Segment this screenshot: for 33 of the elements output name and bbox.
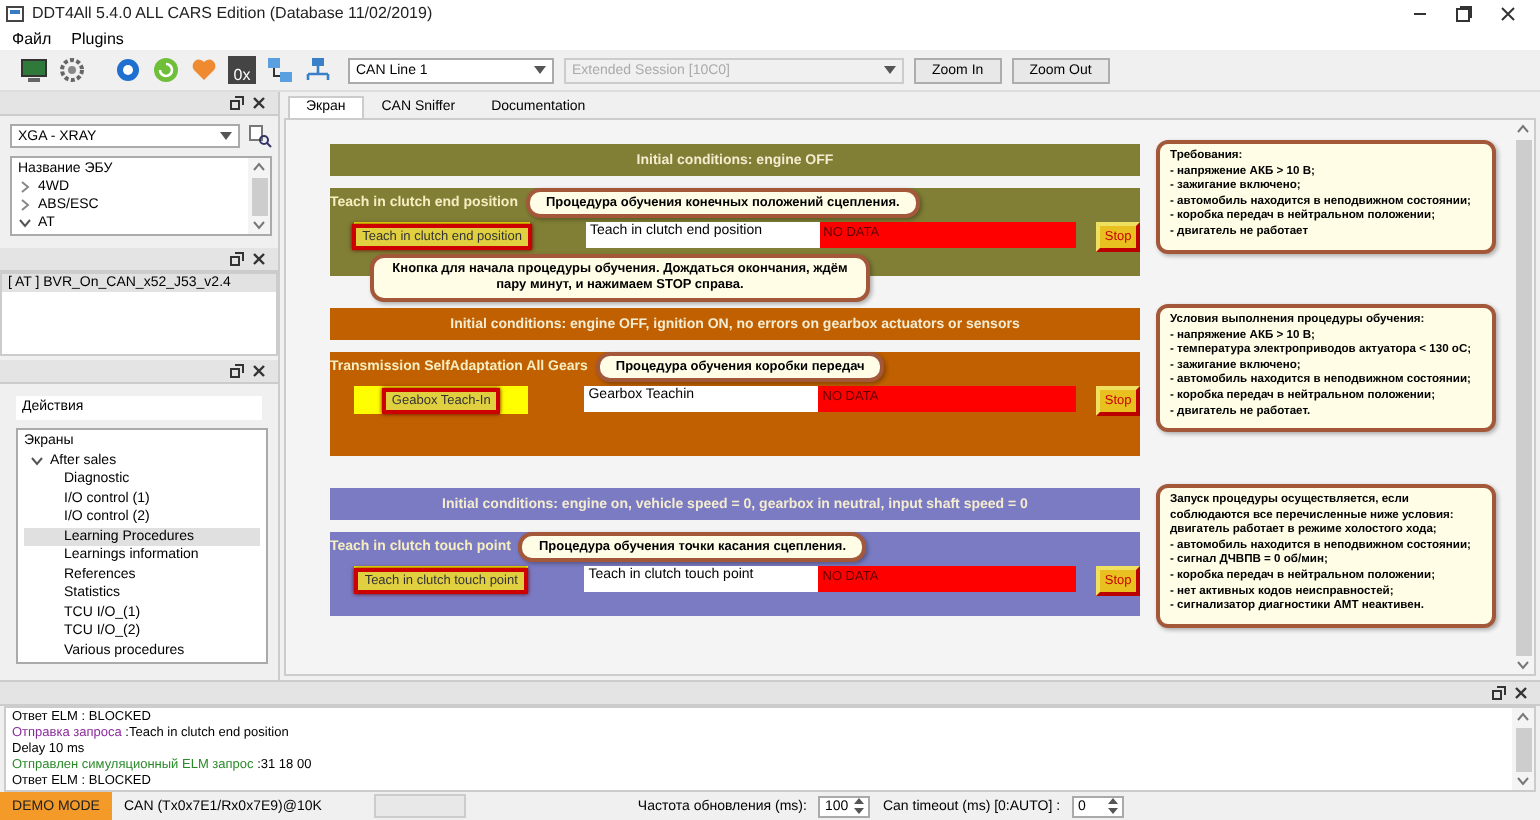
app-icon <box>6 5 24 21</box>
float-icon[interactable] <box>230 364 244 378</box>
scroll-up-icon[interactable] <box>1516 712 1530 722</box>
window-title: DDT4All 5.4.0 ALL CARS Edition (Database 11/02/2019) <box>32 4 433 22</box>
caret-icon[interactable] <box>534 66 546 74</box>
menu-item[interactable]: Файл <box>12 29 52 47</box>
settings-icon[interactable] <box>58 56 86 84</box>
monitor-icon[interactable] <box>20 56 48 84</box>
scroll-down-icon[interactable] <box>252 220 266 230</box>
scroll-down-icon[interactable] <box>1516 660 1530 670</box>
scroll-up-icon[interactable] <box>1516 124 1530 134</box>
float-icon[interactable] <box>1492 686 1506 700</box>
menu-item[interactable]: Plugins <box>71 29 124 47</box>
hex-button[interactable]: 0x <box>228 56 256 84</box>
scrollbar[interactable] <box>1512 120 1534 674</box>
caret-icon[interactable] <box>220 132 232 140</box>
spin-arrows-icon[interactable] <box>1108 798 1119 814</box>
network-icon[interactable] <box>266 56 294 84</box>
scroll-down-icon[interactable] <box>1516 776 1530 786</box>
close-icon[interactable] <box>252 96 266 110</box>
spin-arrows-icon[interactable] <box>854 798 865 814</box>
scrollbar[interactable] <box>1512 708 1534 790</box>
close-icon[interactable] <box>252 252 266 266</box>
float-icon[interactable] <box>230 96 244 110</box>
search-icon[interactable] <box>248 124 272 148</box>
close-icon[interactable] <box>1500 5 1516 21</box>
scroll-up-icon[interactable] <box>252 162 266 172</box>
close-icon[interactable] <box>252 364 266 378</box>
float-icon[interactable] <box>230 252 244 266</box>
maximize-icon[interactable] <box>1456 5 1472 21</box>
close-icon[interactable] <box>1514 686 1528 700</box>
circle-icon[interactable] <box>114 56 142 84</box>
scrollbar[interactable] <box>248 158 270 234</box>
